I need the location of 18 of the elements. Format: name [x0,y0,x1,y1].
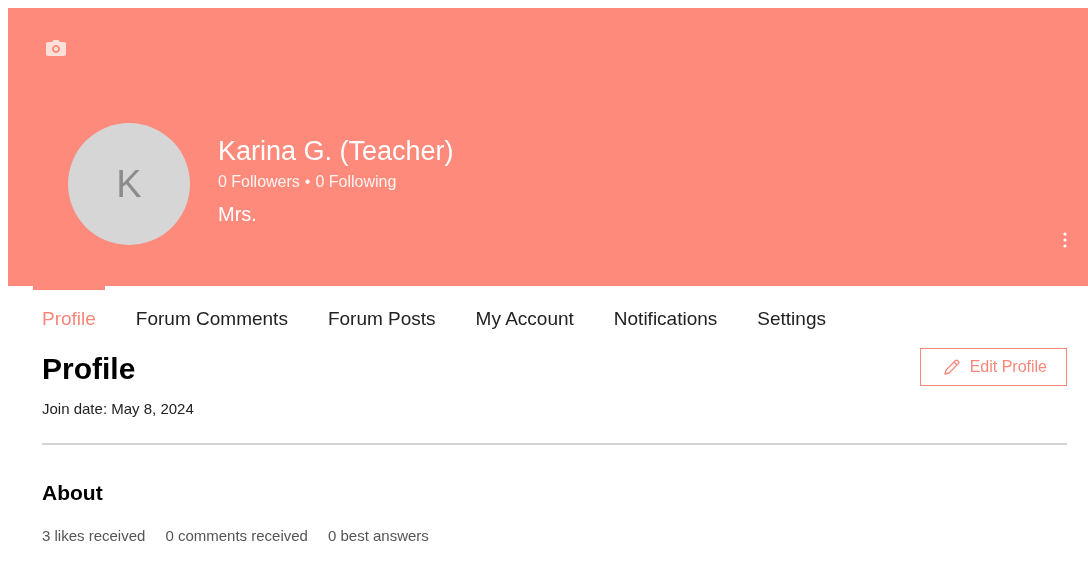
separator-dot: • [304,173,311,191]
more-icon[interactable] [1063,232,1067,248]
page-heading: Profile [42,352,136,386]
nav-tab[interactable]: Notifications [604,286,727,350]
nav-tab[interactable]: My Account [466,286,583,350]
user-name: Karina G. (Teacher) [218,136,454,167]
nav-tab[interactable]: Forum Posts [318,286,445,350]
nav-tab[interactable]: Settings [748,286,835,350]
join-date: Join date: May 8, 2024 [42,400,195,417]
stat-text: 3 likes received [42,527,146,544]
nav-tab[interactable]: Forum Comments [126,286,297,350]
avatar: K [68,123,190,245]
pencil-icon [942,358,961,376]
stat-text: 0 best answers [327,527,429,544]
camera-icon[interactable] [46,40,66,56]
section-heading: About [42,481,104,505]
user-title: Mrs. [218,203,258,226]
stat-text: 0 comments received [165,527,308,544]
